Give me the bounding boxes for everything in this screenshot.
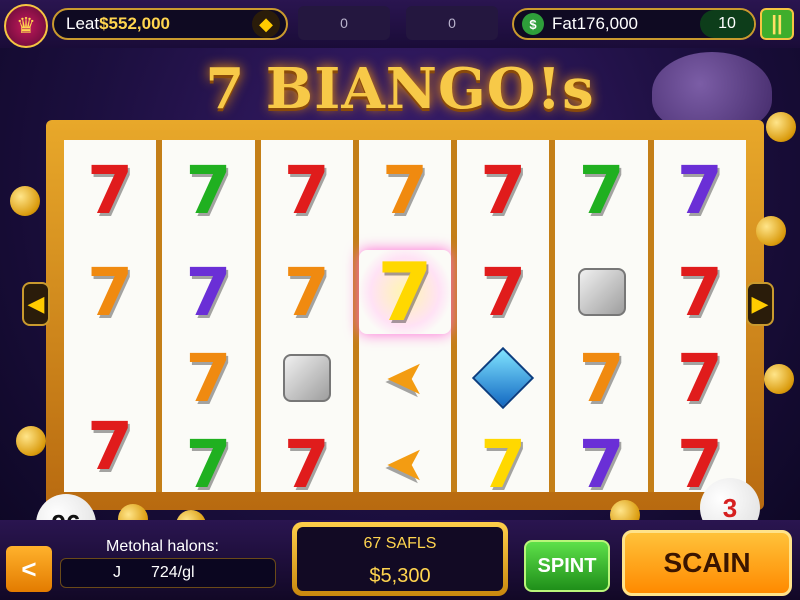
mini-slot-a-value: 0 <box>340 15 348 31</box>
bet-label: Metohal halons: <box>106 538 219 555</box>
arrow-symbol-icon: ➤ <box>384 350 426 406</box>
center-info-panel: 67 SAFLS $5,300 <box>292 522 508 596</box>
spin-button[interactable]: SPINT <box>524 540 610 592</box>
reel-3: 7 7 7 <box>260 140 353 503</box>
reel-5: 7 7 7 <box>457 140 550 503</box>
seven-symbol: 7 <box>578 425 625 503</box>
left-balance-value: $552,000 <box>99 14 170 33</box>
diamond-icon[interactable]: ◆ <box>252 10 280 38</box>
reel-grid: 7 7 7 7 7 7 7 7 7 7 7 7 ➤ ➤ 7 7 7 7 7 7 7 7 7 7 <box>64 140 746 503</box>
bet-value-a: J <box>113 564 121 581</box>
scan-button-label: SCAIN <box>663 547 751 578</box>
reel-1: 7 7 7 <box>64 140 157 492</box>
gold-coin-icon <box>764 364 794 394</box>
seven-symbol: 7 <box>382 151 428 229</box>
game-title: 7 BIANGO!s <box>205 56 595 122</box>
seven-symbol: 7 <box>578 151 625 229</box>
blue-diamond-icon <box>457 336 549 420</box>
reel-6: 7 7 7 <box>555 140 648 503</box>
pause-menu-button[interactable]: || <box>760 8 794 40</box>
seven-symbol: 7 <box>185 339 232 417</box>
seven-symbol: 7 <box>185 253 232 331</box>
cash-coin-icon: $ <box>522 13 544 35</box>
spin-button-label: SPINT <box>537 554 597 577</box>
gold-coin-icon <box>10 186 40 216</box>
seven-symbol: 7 <box>480 151 527 229</box>
lion-crest-icon[interactable]: ♛ <box>4 4 48 48</box>
gold-coin-icon <box>16 426 46 456</box>
seven-symbol: 7 <box>578 339 625 417</box>
chevron-right-icon[interactable]: ▶ <box>746 282 774 326</box>
seven-symbol: 7 <box>676 151 723 229</box>
seven-symbol: 7 <box>358 246 452 339</box>
center-info-inner: 67 SAFLS $5,300 <box>297 527 503 591</box>
back-button-label: < <box>21 553 37 584</box>
back-button[interactable]: < <box>6 546 52 592</box>
mini-slot-a: 0 <box>298 6 390 40</box>
center-bottom-text: $5,300 <box>369 565 431 587</box>
gold-coin-icon <box>766 112 796 142</box>
mini-slot-b: 0 <box>406 6 498 40</box>
right-end-value: 10 <box>718 15 736 32</box>
seven-symbol: 7 <box>87 253 134 331</box>
seven-symbol: 7 <box>283 253 330 331</box>
seven-symbol: 7 <box>283 151 330 229</box>
bet-box[interactable]: J 724/gl <box>60 558 276 588</box>
seven-symbol: 7 <box>676 253 723 331</box>
mini-slot-b-value: 0 <box>448 15 456 31</box>
reel-2: 7 7 7 7 <box>162 140 255 503</box>
center-top-text: 67 SAFLS <box>363 535 437 552</box>
seven-symbol: 7 <box>480 425 527 503</box>
bingo-ball-right-number: 3 <box>722 492 738 523</box>
chevron-left-icon[interactable]: ◀ <box>22 282 50 326</box>
seven-symbol: 7 <box>87 151 134 229</box>
bet-value-b: 724/gl <box>151 564 195 581</box>
scan-button[interactable]: SCAIN <box>622 530 792 596</box>
left-balance-label: Leat <box>66 14 100 33</box>
seven-symbol: 7 <box>676 339 723 417</box>
stone-block-icon <box>555 250 647 334</box>
seven-symbol: 7 <box>87 407 134 485</box>
reel-7: 7777 <box>653 140 746 503</box>
right-end-counter: 10 <box>700 10 754 38</box>
gold-coin-icon <box>756 216 786 246</box>
seven-symbol: 7 <box>185 151 232 229</box>
right-balance-value: 176,000 <box>576 14 639 33</box>
seven-symbol: 7 <box>480 253 527 331</box>
seven-symbol: 7 <box>185 425 232 503</box>
reel-4: 7 7 ➤ ➤ <box>358 140 452 492</box>
seven-symbol: 7 <box>283 425 330 503</box>
stone-block-icon <box>261 336 353 420</box>
arrow-symbol-icon: ➤ <box>384 436 426 492</box>
right-balance-label: Fat <box>552 14 577 33</box>
